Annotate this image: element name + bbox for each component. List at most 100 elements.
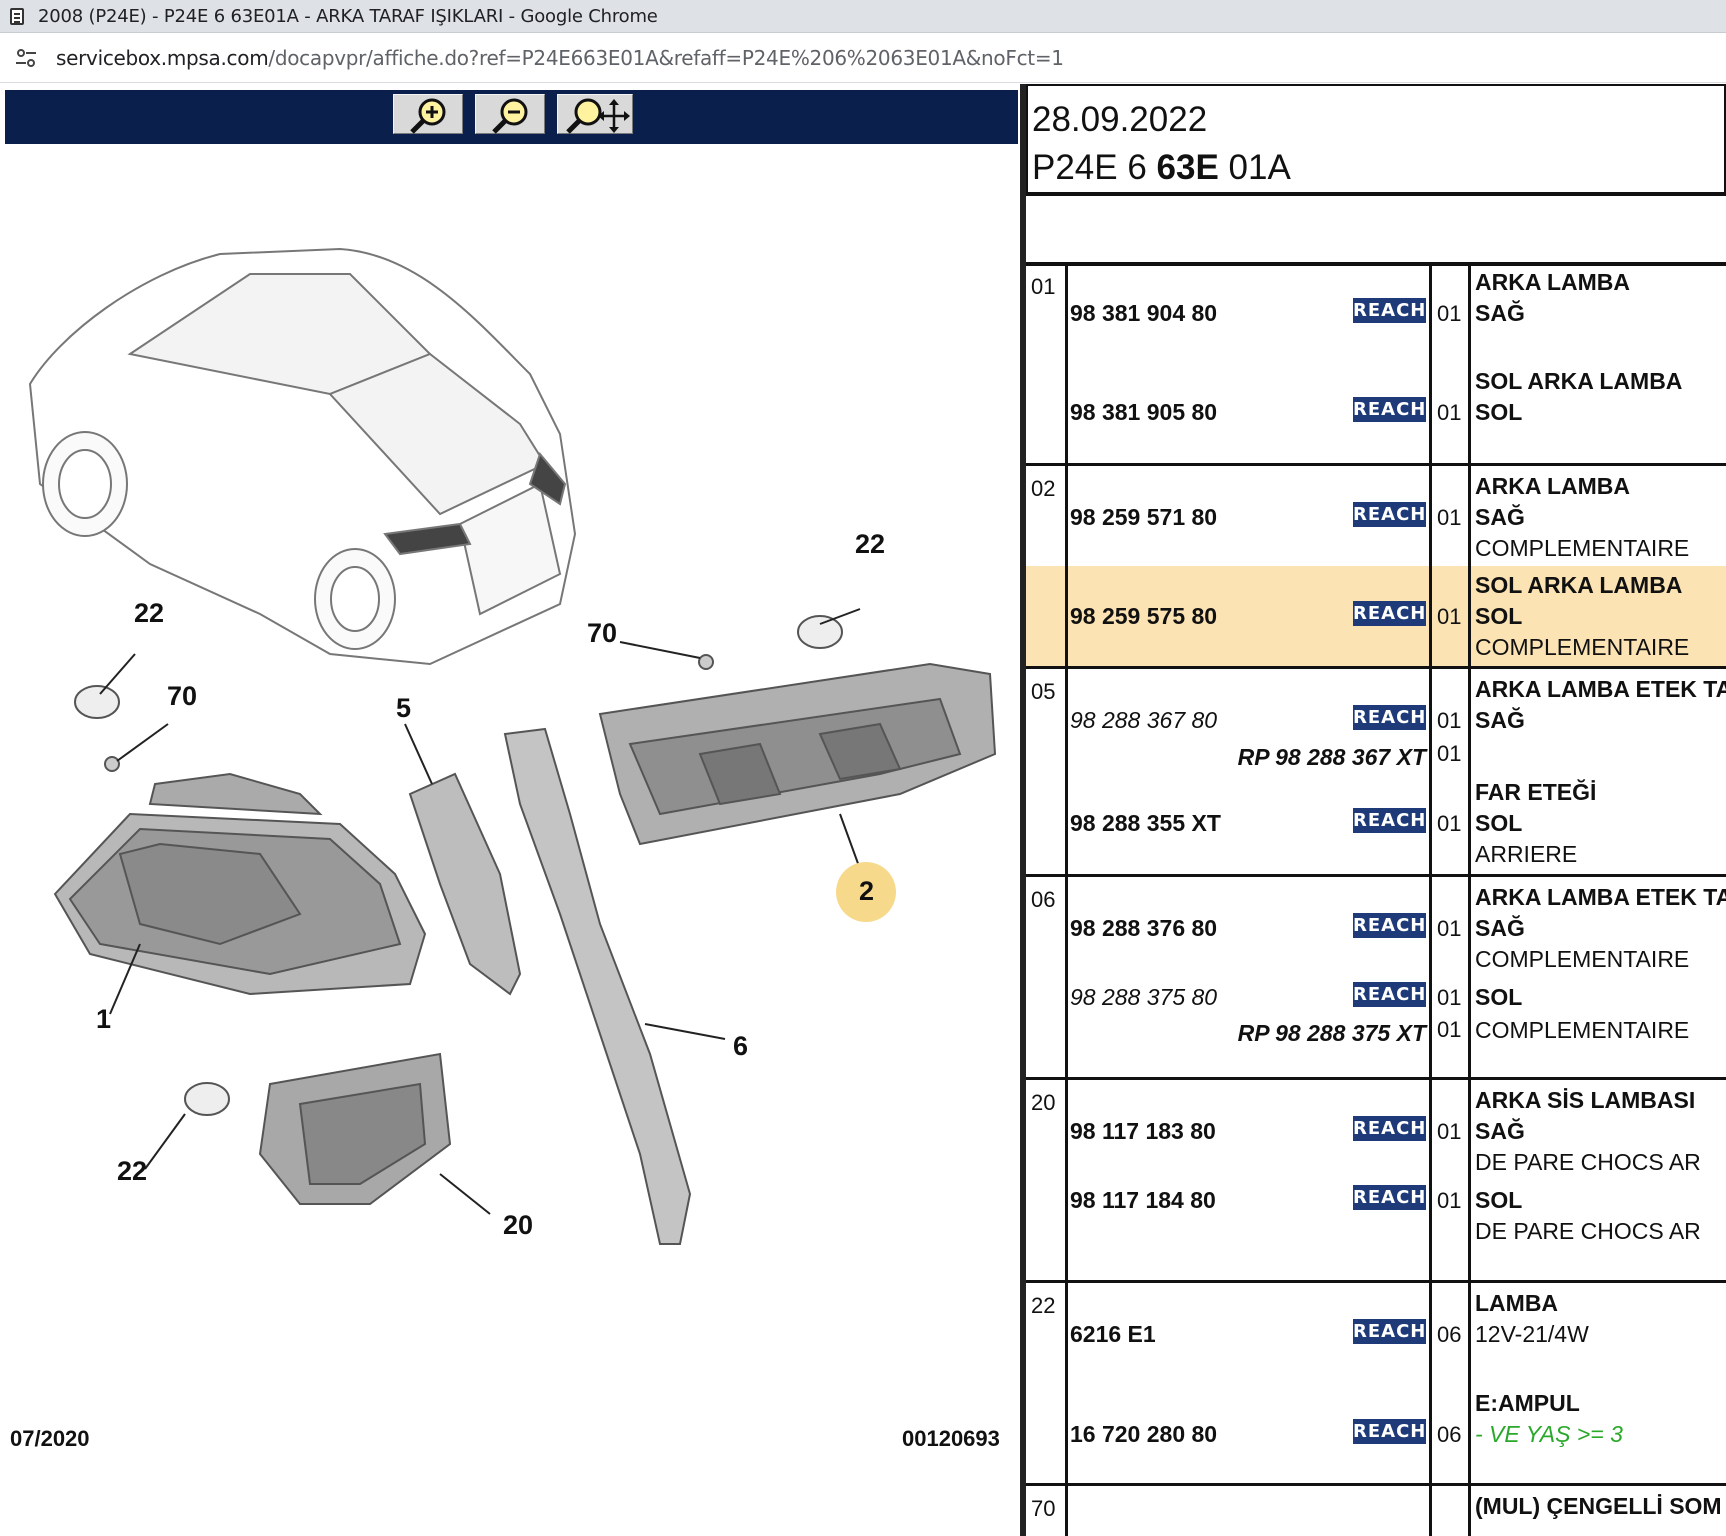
description-side: SAĞ <box>1475 915 1525 941</box>
group-ref: 01 <box>1031 274 1056 299</box>
header-spacer <box>1026 196 1726 266</box>
ref-prefix: P24E 6 <box>1032 148 1157 187</box>
callout-20[interactable]: 20 <box>503 1210 533 1241</box>
part-number[interactable]: 98 288 375 80 <box>1070 984 1217 1011</box>
callout-22-left[interactable]: 22 <box>134 598 164 629</box>
description-side: SAĞ <box>1475 707 1525 733</box>
parts-group-05: 05 98 288 367 80 REACH 01 RP 98 288 367 … <box>1026 669 1726 877</box>
browser-title-bar: 2008 (P24E) - P24E 6 63E01A - ARKA TARAF… <box>0 0 1726 33</box>
quantity: 01 <box>1437 1119 1462 1144</box>
header-reference: P24E 6 63E 01A <box>1032 148 1291 188</box>
reach-badge: REACH <box>1353 705 1427 730</box>
callout-6[interactable]: 6 <box>733 1031 748 1062</box>
parts-list-panel: 28.09.2022 P24E 6 63E 01A 01 98 381 904 … <box>1026 84 1726 1536</box>
description-note: COMPLEMENTAIRE <box>1475 946 1690 972</box>
callout-5[interactable]: 5 <box>396 693 411 724</box>
part-number[interactable]: 98 259 575 80 <box>1070 603 1217 630</box>
parts-header: 28.09.2022 P24E 6 63E 01A <box>1026 84 1726 196</box>
part-number[interactable]: 16 720 280 80 <box>1070 1421 1217 1448</box>
part-number[interactable]: 98 117 184 80 <box>1070 1187 1216 1214</box>
site-settings-icon[interactable] <box>14 46 38 70</box>
bracket-5 <box>408 772 522 996</box>
description-side: SAĞ <box>1475 504 1525 530</box>
description: ARKA LAMBA ETEK TA <box>1475 676 1726 702</box>
description-condition: - VE YAŞ >= 3 <box>1475 1421 1623 1447</box>
description-side: SOL <box>1475 603 1523 629</box>
description-side: SAĞ <box>1475 1118 1525 1144</box>
part-number[interactable]: 98 381 905 80 <box>1070 399 1217 426</box>
part-number[interactable]: 98 117 183 80 <box>1070 1118 1216 1145</box>
reach-badge: REACH <box>1353 1116 1427 1141</box>
quantity: 01 <box>1437 1188 1462 1213</box>
address-bar[interactable]: servicebox.mpsa.com/docapvpr/affiche.do?… <box>0 33 1726 83</box>
description-note: ARRIERE <box>1475 841 1578 867</box>
callout-22-right[interactable]: 22 <box>855 529 885 560</box>
quantity: 06 <box>1437 1422 1462 1447</box>
description-side: SOL <box>1475 399 1523 425</box>
rear-lamp-2 <box>598 662 997 846</box>
description: ARKA LAMBA <box>1475 269 1631 295</box>
description: SOL ARKA LAMBA <box>1475 572 1683 598</box>
description: SOL ARKA LAMBA <box>1475 368 1683 394</box>
callout-1[interactable]: 1 <box>96 1004 111 1035</box>
description-note: DE PARE CHOCS AR <box>1475 1149 1701 1175</box>
url-host: servicebox.mpsa.com <box>56 45 269 70</box>
url-text[interactable]: servicebox.mpsa.com/docapvpr/affiche.do?… <box>56 46 1064 70</box>
quantity: 01 <box>1437 985 1462 1010</box>
quantity: 01 <box>1437 400 1462 425</box>
zoom-out-icon <box>492 98 528 134</box>
description-side: SOL <box>1475 1187 1523 1213</box>
fog-lamp-20 <box>258 1052 452 1205</box>
callout-22-bottom[interactable]: 22 <box>117 1156 147 1187</box>
description: ARKA LAMBA ETEK TA <box>1475 884 1726 910</box>
part-number[interactable]: 98 288 355 XT <box>1070 810 1221 837</box>
group-ref: 70 <box>1031 1496 1056 1521</box>
parts-group-02: 02 98 259 571 80 REACH 01 ARKA LAMBA SAĞ… <box>1026 466 1726 669</box>
reach-badge: REACH <box>1353 808 1427 833</box>
url-path: /docapvpr/affiche.do?ref=P24E663E01A&ref… <box>268 45 1064 70</box>
description-spec: 12V-21/4W <box>1475 1321 1589 1347</box>
part-number[interactable]: 6216 E1 <box>1070 1321 1156 1348</box>
quantity: 01 <box>1437 741 1462 766</box>
description-note: COMPLEMENTAIRE <box>1475 535 1690 561</box>
callout-70-right[interactable]: 70 <box>587 618 617 649</box>
zoom-in-icon <box>410 98 446 134</box>
quantity: 01 <box>1437 811 1462 836</box>
replacement-part-number[interactable]: RP 98 288 367 XT <box>1206 744 1426 771</box>
group-ref: 22 <box>1031 1293 1056 1318</box>
car-illustration <box>28 247 577 666</box>
callout-70-left[interactable]: 70 <box>167 681 197 712</box>
replacement-part-number[interactable]: RP 98 288 375 XT <box>1206 1020 1426 1047</box>
document-icon <box>10 7 24 25</box>
parts-group-01: 01 98 381 904 80 REACH 01 ARKA LAMBA SAĞ… <box>1026 262 1726 466</box>
zoom-pan-button[interactable] <box>557 94 633 134</box>
quantity: 01 <box>1437 505 1462 530</box>
diagram-date-code: 07/2020 <box>10 1426 90 1451</box>
diagram-image-code: 00120693 <box>902 1426 1000 1451</box>
rear-lamp-1 <box>53 772 427 996</box>
part-number[interactable]: 98 381 904 80 <box>1070 300 1217 327</box>
part-number[interactable]: 98 288 367 80 <box>1070 707 1217 734</box>
zoom-in-button[interactable] <box>393 94 463 134</box>
parts-group-22: 22 6216 E1 REACH 06 LAMBA 12V-21/4W 16 7… <box>1026 1283 1726 1486</box>
callout-2[interactable]: 2 <box>859 876 874 907</box>
description: LAMBA <box>1475 1290 1559 1316</box>
ref-bold: 63E <box>1156 148 1219 187</box>
reach-badge: REACH <box>1353 913 1427 938</box>
description-side: SAĞ <box>1475 300 1525 326</box>
quantity: 06 <box>1437 1322 1462 1347</box>
parts-illustration <box>28 247 997 1245</box>
zoom-out-button[interactable] <box>475 94 545 134</box>
reach-badge: REACH <box>1353 1185 1427 1210</box>
group-ref: 05 <box>1031 679 1056 704</box>
reach-badge: REACH <box>1353 502 1427 527</box>
part-number[interactable]: 98 259 571 80 <box>1070 504 1217 531</box>
quantity: 01 <box>1437 708 1462 733</box>
part-number[interactable]: 98 288 376 80 <box>1070 915 1217 942</box>
quantity: 01 <box>1437 301 1462 326</box>
header-date: 28.09.2022 <box>1032 100 1208 139</box>
viewer-toolbar <box>5 90 1018 144</box>
reach-badge: REACH <box>1353 1419 1427 1444</box>
parts-group-06: 06 98 288 376 80 REACH 01 ARKA LAMBA ETE… <box>1026 877 1726 1080</box>
exploded-parts-diagram[interactable]: 22 22 70 70 5 1 6 2 22 20 07/2020 001206… <box>0 154 1018 1454</box>
